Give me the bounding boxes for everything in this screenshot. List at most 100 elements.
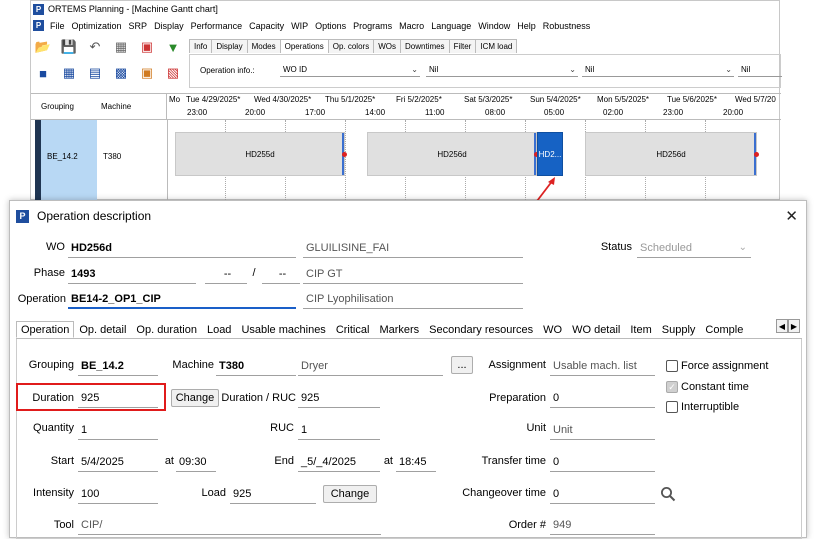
calculator-icon[interactable]: ▦: [111, 37, 131, 57]
tab-load[interactable]: Load: [202, 321, 236, 338]
gantt-bar[interactable]: HD256d: [367, 132, 539, 176]
intensity-field[interactable]: 100: [78, 484, 158, 504]
tab-filter[interactable]: Filter: [448, 39, 477, 53]
menu-display[interactable]: Display: [154, 21, 184, 31]
grouping-cell[interactable]: BE_14.2: [41, 120, 97, 202]
gantt-bar[interactable]: HD256d: [585, 132, 759, 176]
tab-usable-machines[interactable]: Usable machines: [236, 321, 330, 338]
filter-icon[interactable]: ▼: [163, 37, 183, 57]
menu-wip[interactable]: WIP: [291, 21, 308, 31]
duration-change-button[interactable]: Change: [171, 389, 219, 407]
constant-time-checkbox[interactable]: ✓ Constant time: [666, 381, 749, 393]
ortems-menu-icon[interactable]: P: [33, 20, 44, 31]
grid-icon[interactable]: ▦: [59, 63, 79, 83]
phase-sub-field-2[interactable]: --: [262, 264, 300, 284]
transfer-time-field[interactable]: 0: [550, 452, 655, 472]
ruc-field[interactable]: 1: [298, 420, 380, 440]
phase-description-field[interactable]: CIP GT: [303, 264, 523, 284]
changeover-time-field[interactable]: 0: [550, 484, 655, 504]
load-field[interactable]: 925: [230, 484, 316, 504]
tab-wo[interactable]: WO: [538, 321, 567, 338]
operation-field[interactable]: BE14-2_OP1_CIP: [68, 289, 296, 309]
menu-options[interactable]: Options: [315, 21, 346, 31]
bar-chart-icon[interactable]: ▧: [163, 63, 183, 83]
load-change-button[interactable]: Change: [323, 485, 377, 503]
phase-field[interactable]: 1493: [68, 264, 196, 284]
duration-ruc-field[interactable]: 925: [298, 388, 380, 408]
grouping-field[interactable]: BE_14.2: [78, 356, 158, 376]
end-date-field[interactable]: _5/_4/2025: [298, 452, 380, 472]
duration-field[interactable]: 925: [78, 388, 158, 408]
tab-wo-detail[interactable]: WO detail: [567, 321, 625, 338]
machine-field[interactable]: T380: [216, 356, 296, 376]
menu-optimization[interactable]: Optimization: [72, 21, 122, 31]
undo-icon[interactable]: ↶: [85, 37, 105, 57]
menu-programs[interactable]: Programs: [353, 21, 392, 31]
chevron-right-icon[interactable]: ▶: [788, 319, 800, 333]
operation-description-field[interactable]: CIP Lyophilisation: [303, 289, 523, 309]
tab-scroll-buttons: ◀ ▶: [776, 319, 800, 333]
status-select[interactable]: Scheduled ⌄: [637, 238, 751, 258]
end-time-field[interactable]: 18:45: [396, 452, 436, 472]
tab-icm-load[interactable]: ICM load: [475, 39, 518, 53]
chevron-left-icon[interactable]: ◀: [776, 319, 788, 333]
tab-item[interactable]: Item: [625, 321, 656, 338]
gantt-icon[interactable]: ▤: [85, 63, 105, 83]
tab-op-detail[interactable]: Op. detail: [74, 321, 131, 338]
day-label: Tue 4/29/2025*: [186, 95, 241, 104]
menu-capacity[interactable]: Capacity: [249, 21, 284, 31]
tool-field[interactable]: CIP/: [78, 515, 381, 535]
machine-cell[interactable]: T380: [103, 152, 121, 161]
opinfo-select-4[interactable]: Nil: [738, 63, 782, 77]
tab-op-duration[interactable]: Op. duration: [131, 321, 202, 338]
tab-complement[interactable]: Comple: [700, 321, 748, 338]
tab-critical[interactable]: Critical: [331, 321, 375, 338]
wo-field[interactable]: HD256d: [68, 238, 296, 258]
search-icon[interactable]: [660, 486, 676, 502]
tab-operations[interactable]: Operations: [279, 39, 329, 53]
opinfo-select-3[interactable]: Nil ⌄: [582, 63, 734, 77]
force-assignment-checkbox[interactable]: Force assignment: [666, 360, 768, 372]
tab-operation[interactable]: Operation: [16, 321, 75, 338]
tab-display[interactable]: Display: [211, 39, 248, 53]
tab-downtimes[interactable]: Downtimes: [399, 39, 450, 53]
wo-description-field[interactable]: GLUILISINE_FAI: [303, 238, 523, 258]
preparation-field[interactable]: 0: [550, 388, 655, 408]
open-folder-icon[interactable]: 📂: [33, 37, 53, 57]
menu-performance[interactable]: Performance: [191, 21, 243, 31]
menu-macro[interactable]: Macro: [399, 21, 424, 31]
menu-window[interactable]: Window: [478, 21, 510, 31]
phase-sub-field-1[interactable]: --: [205, 264, 247, 284]
tab-wos[interactable]: WOs: [373, 39, 401, 53]
machine-description-field[interactable]: Dryer: [298, 356, 443, 376]
menu-file[interactable]: File: [50, 21, 65, 31]
menu-robustness[interactable]: Robustness: [543, 21, 591, 31]
tab-op-colors[interactable]: Op. colors: [327, 39, 375, 53]
table-icon[interactable]: ▩: [111, 63, 131, 83]
menu-srp[interactable]: SRP: [129, 21, 148, 31]
gantt-bar-selected[interactable]: HD2...: [537, 132, 563, 176]
quantity-field[interactable]: 1: [78, 420, 158, 440]
opinfo-select-1[interactable]: WO ID ⌄: [280, 63, 420, 77]
order-number-field[interactable]: 949: [550, 515, 655, 535]
window-icon[interactable]: ▣: [137, 37, 157, 57]
chart-line-icon[interactable]: ■: [33, 63, 53, 83]
box-icon[interactable]: ▣: [137, 63, 157, 83]
machine-browse-button[interactable]: ...: [451, 356, 473, 374]
assignment-field[interactable]: Usable mach. list: [550, 356, 655, 376]
opinfo-select-2[interactable]: Nil ⌄: [426, 63, 578, 77]
menu-language[interactable]: Language: [431, 21, 471, 31]
close-icon[interactable]: ✕: [785, 207, 798, 225]
unit-field[interactable]: Unit: [550, 420, 655, 440]
start-date-field[interactable]: 5/4/2025: [78, 452, 158, 472]
tab-secondary-resources[interactable]: Secondary resources: [424, 321, 538, 338]
tab-modes[interactable]: Modes: [246, 39, 281, 53]
save-icon[interactable]: 💾: [59, 37, 79, 57]
gantt-bar[interactable]: HD255d: [175, 132, 347, 176]
start-time-field[interactable]: 09:30: [176, 452, 216, 472]
menu-help[interactable]: Help: [517, 21, 536, 31]
interruptible-checkbox[interactable]: Interruptible: [666, 401, 739, 413]
tab-supply[interactable]: Supply: [657, 321, 701, 338]
tab-info[interactable]: Info: [189, 39, 213, 53]
tab-markers[interactable]: Markers: [374, 321, 424, 338]
